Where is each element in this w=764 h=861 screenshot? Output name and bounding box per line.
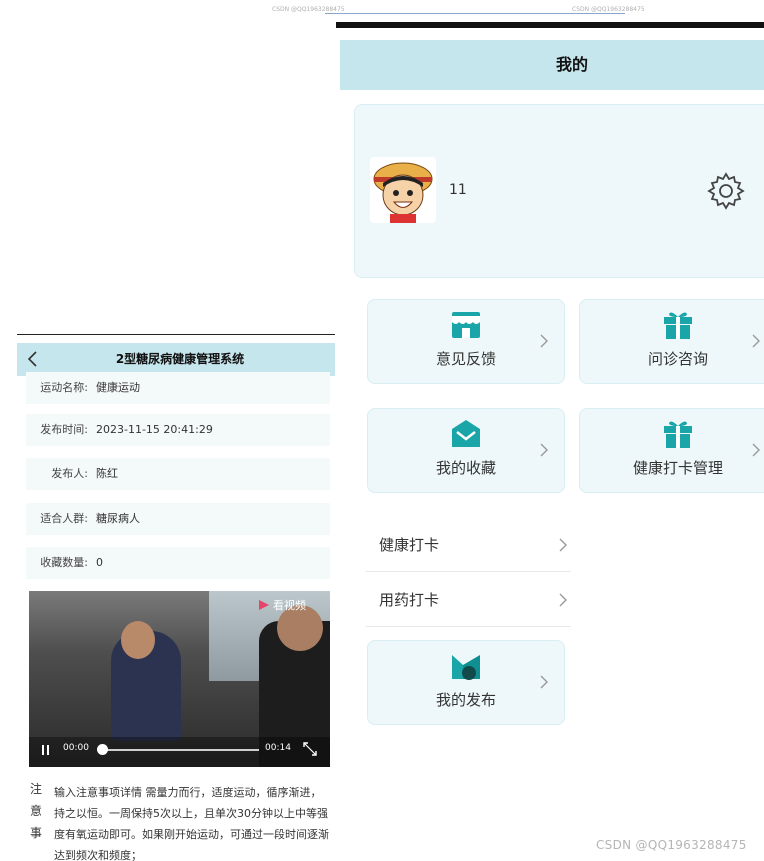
chevron-right-icon (559, 593, 567, 607)
publish-icon (452, 655, 480, 680)
gift-icon (664, 312, 692, 339)
watermark: CSDN @QQ1963288475 (596, 838, 747, 852)
list-item-medication-checkin[interactable]: 用药打卡 (366, 572, 571, 627)
phone-status-bar (336, 22, 764, 28)
username: 11 (449, 182, 467, 198)
chevron-right-icon (559, 538, 567, 552)
notes-section: 注意事 输入注意事项详情 需量力而行，适度运动，循序渐进，持之以恒。一周保持5次… (30, 778, 330, 861)
video-current-time: 00:00 (63, 743, 89, 753)
detail-label: 适合人群: (40, 512, 88, 525)
top-divider (325, 13, 625, 14)
card-label: 健康打卡管理 (632, 459, 723, 477)
page-title: 2型糖尿病健康管理系统 (115, 352, 245, 366)
fullscreen-icon[interactable] (302, 741, 318, 757)
detail-label: 运动名称: (40, 381, 88, 394)
chevron-right-icon (540, 443, 548, 457)
card-label: 问诊咨询 (647, 350, 708, 368)
card-label: 意见反馈 (435, 350, 496, 368)
detail-label: 发布时间: (40, 423, 88, 436)
video-person-head (121, 621, 155, 659)
card-label: 我的发布 (435, 691, 496, 709)
chevron-right-icon (540, 334, 548, 348)
detail-value: 2023-11-15 20:41:29 (96, 423, 213, 436)
detail-row-publisher: 发布人: 陈红 (26, 458, 330, 490)
list-item-label: 健康打卡 (379, 536, 440, 554)
back-chevron-icon[interactable] (26, 350, 40, 368)
list-item-label: 用药打卡 (379, 591, 440, 609)
top-caption-left: CSDN @QQ1963288475 (272, 6, 345, 13)
detail-value: 健康运动 (96, 381, 140, 394)
notes-label: 注意事 (30, 782, 43, 840)
detail-value: 陈红 (96, 467, 118, 480)
card-feedback[interactable]: 意见反馈 (367, 299, 565, 384)
left-panel-top-divider (17, 334, 335, 335)
video-progress-knob[interactable] (97, 744, 108, 755)
detail-row-publish-time: 发布时间: 2023-11-15 20:41:29 (26, 414, 330, 446)
card-consult[interactable]: 问诊咨询 (579, 299, 764, 384)
card-label: 我的收藏 (435, 459, 496, 477)
video-progress-track[interactable] (101, 749, 259, 751)
detail-label: 发布人: (51, 467, 88, 480)
gear-icon[interactable] (706, 171, 746, 211)
detail-row-audience: 适合人群: 糖尿病人 (26, 503, 330, 535)
pause-icon[interactable] (39, 743, 53, 757)
detail-row-sport-name: 运动名称: 健康运动 (26, 372, 330, 404)
chevron-right-icon (752, 334, 760, 348)
chevron-right-icon (540, 675, 548, 689)
video-player[interactable]: 看视频 00:00 00:14 (29, 591, 330, 767)
detail-value: 0 (96, 556, 103, 569)
avatar-image (373, 162, 433, 223)
detail-row-favorites: 收藏数量: 0 (26, 547, 330, 579)
top-caption-right: CSDN @QQ1963288475 (572, 6, 645, 13)
card-my-posts[interactable]: 我的发布 (367, 640, 565, 725)
detail-value: 糖尿病人 (96, 512, 140, 525)
card-health-checkin-manage[interactable]: 健康打卡管理 (579, 408, 764, 493)
chevron-right-icon (752, 443, 760, 457)
video-duration: 00:14 (265, 743, 291, 753)
detail-label: 收藏数量: (40, 556, 88, 569)
gift-icon (664, 421, 692, 448)
watch-video-badge[interactable]: 看视频 (273, 597, 306, 613)
envelope-icon (452, 420, 480, 447)
notes-text: 输入注意事项详情 需量力而行，适度运动，循序渐进，持之以恒。一周保持5次以上，且… (54, 786, 329, 861)
play-badge-icon (259, 600, 269, 610)
avatar[interactable] (370, 157, 436, 223)
shop-icon (452, 312, 480, 338)
mine-title: 我的 (555, 55, 588, 74)
card-favorites[interactable]: 我的收藏 (367, 408, 565, 493)
list-item-health-checkin[interactable]: 健康打卡 (366, 517, 571, 572)
